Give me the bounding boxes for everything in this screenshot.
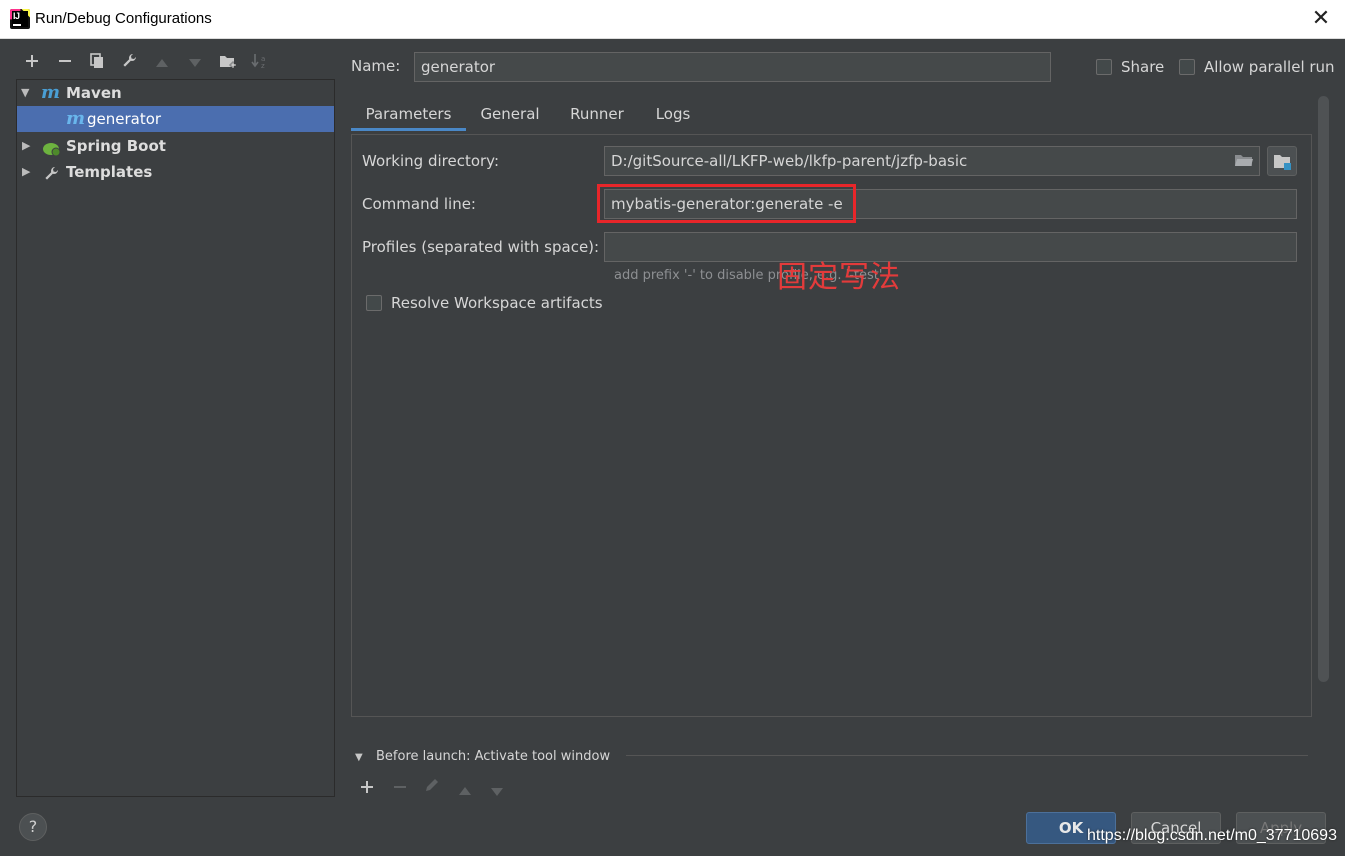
window-title: Run/Debug Configurations bbox=[35, 10, 212, 27]
maven-icon: m bbox=[41, 82, 61, 103]
expand-arrow-icon[interactable]: ▼ bbox=[21, 80, 29, 106]
collapse-arrow-icon[interactable]: ▶ bbox=[22, 159, 30, 185]
move-up-icon[interactable] bbox=[458, 781, 472, 800]
name-label: Name: bbox=[351, 57, 401, 75]
annotation-text: 固定写法 bbox=[777, 260, 901, 295]
browse-folder-icon[interactable] bbox=[1234, 152, 1254, 172]
share-checkbox[interactable] bbox=[1096, 59, 1112, 75]
separator bbox=[626, 755, 1308, 756]
remove-icon[interactable] bbox=[54, 53, 76, 73]
resolve-workspace-checkbox[interactable] bbox=[366, 295, 382, 311]
macros-folder-button[interactable] bbox=[1267, 146, 1297, 176]
remove-icon[interactable] bbox=[393, 779, 407, 798]
tab-runner[interactable]: Runner bbox=[558, 97, 636, 131]
move-down-icon[interactable] bbox=[490, 782, 504, 801]
add-icon[interactable] bbox=[360, 779, 374, 798]
collapse-arrow-icon[interactable]: ▼ bbox=[355, 752, 363, 763]
scrollbar[interactable] bbox=[1318, 96, 1329, 682]
highlight-box bbox=[597, 184, 856, 223]
new-folder-icon[interactable] bbox=[217, 53, 239, 73]
tab-parameters[interactable]: Parameters bbox=[351, 97, 466, 131]
allow-parallel-label: Allow parallel run bbox=[1204, 58, 1335, 76]
name-input[interactable]: generator bbox=[414, 52, 1051, 82]
sort-icon[interactable]: az bbox=[249, 53, 271, 73]
wrench-icon bbox=[44, 164, 60, 190]
before-launch-label: Before launch: Activate tool window bbox=[376, 749, 611, 764]
wrench-icon[interactable] bbox=[119, 53, 141, 73]
tree-item-templates[interactable]: ▶ Templates bbox=[17, 159, 334, 185]
working-directory-label: Working directory: bbox=[362, 152, 500, 170]
watermark: https://blog.csdn.net/m0_37710693 bbox=[1087, 827, 1337, 844]
maven-icon: m bbox=[66, 108, 86, 129]
tab-general[interactable]: General bbox=[470, 97, 550, 131]
copy-icon[interactable] bbox=[86, 53, 108, 73]
profiles-input[interactable] bbox=[604, 232, 1297, 262]
add-icon[interactable] bbox=[21, 53, 43, 73]
allow-parallel-checkbox[interactable] bbox=[1179, 59, 1195, 75]
tree-item-spring-boot[interactable]: ▶ Spring Boot bbox=[17, 133, 334, 159]
move-up-icon[interactable] bbox=[151, 53, 173, 73]
move-down-icon[interactable] bbox=[184, 53, 206, 73]
profiles-label: Profiles (separated with space): bbox=[362, 238, 600, 256]
command-line-label: Command line: bbox=[362, 195, 476, 213]
share-label: Share bbox=[1121, 58, 1165, 76]
collapse-arrow-icon[interactable]: ▶ bbox=[22, 133, 30, 159]
close-icon[interactable]: ✕ bbox=[1306, 4, 1336, 34]
svg-text:z: z bbox=[261, 62, 265, 69]
edit-icon[interactable] bbox=[424, 777, 440, 797]
tree-item-maven[interactable]: ▼ m Maven bbox=[17, 80, 334, 106]
help-button[interactable]: ? bbox=[19, 813, 47, 841]
configuration-tree[interactable]: ▼ m Maven m generator ▶ Spring Boot ▶ Te… bbox=[16, 79, 335, 797]
intellij-logo-icon: IJ bbox=[10, 9, 30, 29]
resolve-workspace-label: Resolve Workspace artifacts bbox=[391, 294, 603, 312]
tree-item-generator[interactable]: m generator bbox=[17, 106, 334, 132]
working-directory-input[interactable]: D:/gitSource-all/LKFP-web/lkfp-parent/jz… bbox=[604, 146, 1260, 176]
tab-logs[interactable]: Logs bbox=[643, 97, 703, 131]
